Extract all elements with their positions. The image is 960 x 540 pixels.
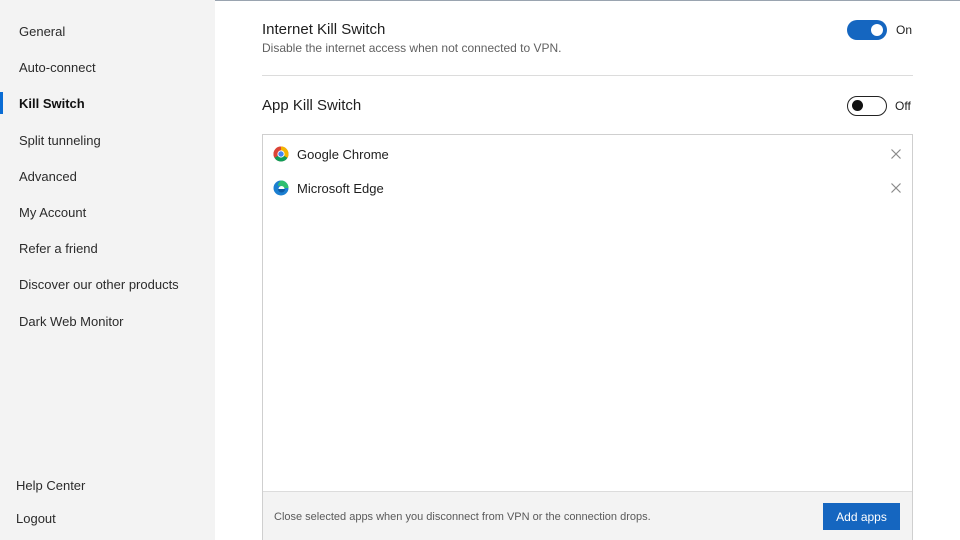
- sidebar-item-my-account[interactable]: My Account: [0, 197, 215, 227]
- list-item[interactable]: Google Chrome: [263, 139, 912, 169]
- section-divider: [262, 75, 913, 76]
- edge-icon: [273, 180, 289, 196]
- toggle-knob: [852, 100, 863, 111]
- sidebar-item-advanced[interactable]: Advanced: [0, 161, 215, 191]
- internet-kill-switch-description: Disable the internet access when not con…: [262, 41, 562, 55]
- close-icon[interactable]: [890, 148, 902, 160]
- app-kill-switch-title: App Kill Switch: [262, 97, 362, 114]
- sidebar-item-dark-web-monitor[interactable]: Dark Web Monitor: [0, 306, 215, 336]
- chrome-icon: [273, 146, 289, 162]
- internet-kill-switch-toggle[interactable]: [847, 20, 887, 40]
- app-kill-switch-toggle[interactable]: [847, 96, 887, 116]
- footer-hint-text: Close selected apps when you disconnect …: [274, 511, 651, 523]
- app-name: Google Chrome: [297, 146, 389, 162]
- list-item[interactable]: Microsoft Edge: [263, 173, 912, 203]
- sidebar-item-kill-switch[interactable]: Kill Switch: [0, 88, 215, 118]
- top-border: [215, 0, 960, 1]
- app-kill-switch-state: Off: [895, 99, 911, 113]
- sidebar-item-general[interactable]: General: [0, 16, 215, 46]
- sidebar-item-auto-connect[interactable]: Auto-connect: [0, 52, 215, 82]
- sidebar-item-refer-a-friend[interactable]: Refer a friend: [0, 233, 215, 263]
- internet-kill-switch-state: On: [896, 23, 913, 37]
- close-icon[interactable]: [890, 182, 902, 194]
- app-list-panel: Google Chrome Microsoft Edge Close selec…: [262, 134, 913, 540]
- internet-kill-switch-title: Internet Kill Switch: [262, 21, 386, 38]
- app-name: Microsoft Edge: [297, 180, 384, 196]
- app-list-footer: Close selected apps when you disconnect …: [263, 491, 912, 540]
- add-apps-button[interactable]: Add apps: [823, 503, 900, 530]
- sidebar-item-discover-products[interactable]: Discover our other products: [0, 269, 215, 299]
- help-center-link[interactable]: Help Center: [16, 478, 85, 493]
- sidebar: General Auto-connect Kill Switch Split t…: [0, 0, 215, 540]
- logout-link[interactable]: Logout: [16, 511, 56, 526]
- sidebar-item-split-tunneling[interactable]: Split tunneling: [0, 125, 215, 155]
- toggle-knob: [871, 24, 883, 36]
